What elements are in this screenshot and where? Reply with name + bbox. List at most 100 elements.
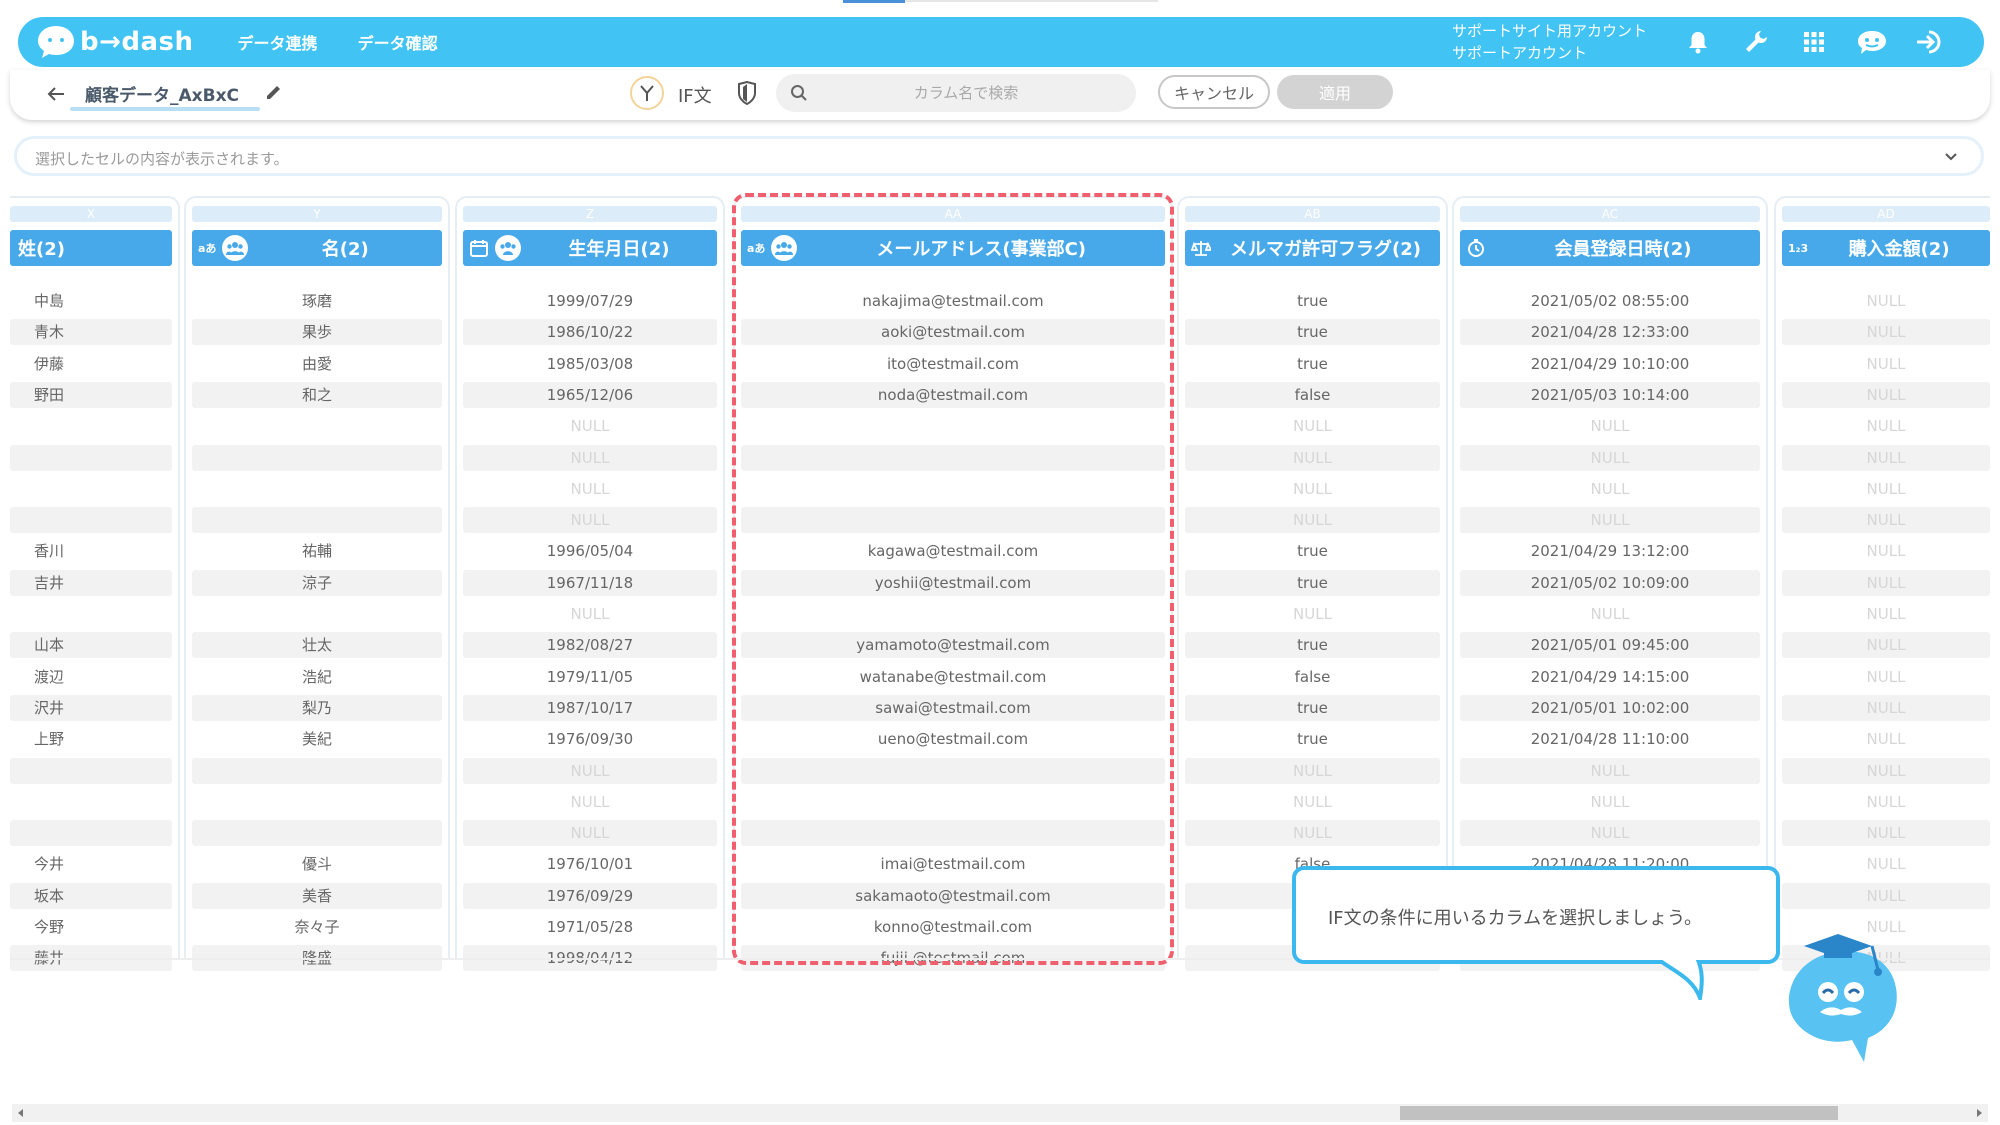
column-first-name[interactable]: Yaあ 名(2) 琢磨 果歩 由愛 和之 祐輔 涼子 壮太 浩紀 梨乃 美紀 優斗 美香 奈々子 隆盛	[184, 196, 450, 971]
table-cell[interactable]: NULL	[1782, 507, 1990, 533]
table-cell[interactable]: 2021/05/01 10:02:00	[1460, 695, 1760, 721]
table-cell[interactable]	[741, 476, 1165, 502]
table-cell[interactable]	[192, 413, 442, 439]
table-cell[interactable]: NULL	[1460, 789, 1760, 815]
table-cell[interactable]: watanabe@testmail.com	[741, 664, 1165, 690]
apply-button[interactable]: 適用	[1277, 75, 1393, 109]
if-branch-icon[interactable]	[630, 76, 664, 110]
table-cell[interactable]	[192, 476, 442, 502]
table-cell[interactable]	[10, 789, 172, 815]
table-cell[interactable]: NULL	[1185, 789, 1440, 815]
table-cell[interactable]	[10, 601, 172, 627]
table-cell[interactable]: NULL	[463, 476, 717, 502]
logout-icon[interactable]	[1914, 26, 1946, 58]
table-cell[interactable]: 2021/04/28 11:10:00	[1460, 726, 1760, 752]
table-cell[interactable]: 1999/07/29	[463, 288, 717, 314]
table-cell[interactable]	[10, 445, 172, 471]
column-last-name[interactable]: X 姓(2) 中島 青木 伊藤 野田 香川 吉井 山本 渡辺 沢井 上野 今井 坂本 今野 藤井	[10, 196, 180, 971]
table-cell[interactable]: NULL	[1460, 758, 1760, 784]
table-cell[interactable]	[10, 413, 172, 439]
table-cell[interactable]: NULL	[1782, 851, 1990, 877]
table-cell[interactable]: true	[1185, 695, 1440, 721]
table-cell[interactable]: true	[1185, 726, 1440, 752]
table-cell[interactable]	[10, 758, 172, 784]
table-cell[interactable]: 和之	[192, 382, 442, 408]
column-header-birth-date[interactable]: 生年月日(2)	[463, 230, 717, 266]
table-cell[interactable]: 今井	[10, 851, 172, 877]
table-cell[interactable]: sakamaoto@testmail.com	[741, 883, 1165, 909]
table-cell[interactable]	[10, 476, 172, 502]
table-cell[interactable]: NULL	[463, 820, 717, 846]
table-cell[interactable]: false	[1185, 382, 1440, 408]
table-cell[interactable]	[741, 789, 1165, 815]
table-cell[interactable]: 香川	[10, 538, 172, 564]
column-header-registered-at[interactable]: 会員登録日時(2)	[1460, 230, 1760, 266]
table-cell[interactable]: 1987/10/17	[463, 695, 717, 721]
table-cell[interactable]	[741, 820, 1165, 846]
table-cell[interactable]	[192, 820, 442, 846]
table-cell[interactable]: 1985/03/08	[463, 351, 717, 377]
table-cell[interactable]: NULL	[1782, 664, 1990, 690]
table-cell[interactable]: 坂本	[10, 883, 172, 909]
table-cell[interactable]: NULL	[1460, 476, 1760, 502]
table-cell[interactable]: aoki@testmail.com	[741, 319, 1165, 345]
table-cell[interactable]: NULL	[463, 758, 717, 784]
table-cell[interactable]: 1971/05/28	[463, 914, 717, 940]
table-cell[interactable]: NULL	[1782, 288, 1990, 314]
table-cell[interactable]: yoshii@testmail.com	[741, 570, 1165, 596]
table-cell[interactable]	[741, 445, 1165, 471]
table-cell[interactable]: true	[1185, 632, 1440, 658]
table-cell[interactable]: 伊藤	[10, 351, 172, 377]
table-cell[interactable]	[192, 758, 442, 784]
table-cell[interactable]	[192, 601, 442, 627]
table-cell[interactable]: true	[1185, 538, 1440, 564]
table-cell[interactable]: 梨乃	[192, 695, 442, 721]
table-cell[interactable]: 由愛	[192, 351, 442, 377]
column-header-purchase-amount[interactable]: 1₂3 購入金額(2)	[1782, 230, 1990, 266]
table-cell[interactable]	[10, 507, 172, 533]
table-cell[interactable]: NULL	[1782, 789, 1990, 815]
table-cell[interactable]: false	[1185, 664, 1440, 690]
table-cell[interactable]: NULL	[1782, 413, 1990, 439]
table-cell[interactable]: NULL	[1460, 820, 1760, 846]
table-cell[interactable]: NULL	[1185, 601, 1440, 627]
table-cell[interactable]: 琢磨	[192, 288, 442, 314]
if-statement-label[interactable]: IF文	[678, 82, 712, 108]
column-search-input[interactable]	[826, 74, 1106, 112]
logo[interactable]: b→dash	[36, 24, 194, 60]
scroll-right-icon[interactable]	[1977, 1109, 1982, 1117]
table-cell[interactable]: kagawa@testmail.com	[741, 538, 1165, 564]
wrench-icon[interactable]	[1740, 26, 1772, 58]
table-cell[interactable]	[741, 601, 1165, 627]
table-cell[interactable]: 2021/05/01 09:45:00	[1460, 632, 1760, 658]
table-cell[interactable]: NULL	[463, 789, 717, 815]
scrollbar-thumb[interactable]	[1400, 1106, 1838, 1120]
table-cell[interactable]: NULL	[1782, 601, 1990, 627]
table-cell[interactable]: 1976/09/30	[463, 726, 717, 752]
table-cell[interactable]: NULL	[1185, 507, 1440, 533]
table-cell[interactable]: ito@testmail.com	[741, 351, 1165, 377]
column-purchase-amount[interactable]: AD 1₂3 購入金額(2) NULL NULL NULL NULL NULL NULL NULL…	[1774, 196, 1990, 971]
table-cell[interactable]: noda@testmail.com	[741, 382, 1165, 408]
table-cell[interactable]: 1979/11/05	[463, 664, 717, 690]
table-cell[interactable]: 中島	[10, 288, 172, 314]
column-header-email[interactable]: aあ メールアドレス(事業部C)	[741, 230, 1165, 266]
table-cell[interactable]: 沢井	[10, 695, 172, 721]
table-cell[interactable]: NULL	[463, 413, 717, 439]
table-cell[interactable]: NULL	[463, 507, 717, 533]
table-cell[interactable]: NULL	[1782, 726, 1990, 752]
table-cell[interactable]	[741, 413, 1165, 439]
table-cell[interactable]: true	[1185, 351, 1440, 377]
column-header-newsletter-flag[interactable]: メルマガ許可フラグ(2)	[1185, 230, 1440, 266]
shield-icon[interactable]	[736, 81, 758, 105]
table-cell[interactable]: NULL	[1782, 632, 1990, 658]
table-cell[interactable]	[192, 445, 442, 471]
table-cell[interactable]: NULL	[1185, 476, 1440, 502]
table-cell[interactable]: 2021/04/29 13:12:00	[1460, 538, 1760, 564]
table-cell[interactable]: 2021/05/03 10:14:00	[1460, 382, 1760, 408]
scroll-left-icon[interactable]	[18, 1109, 23, 1117]
table-cell[interactable]: NULL	[1782, 820, 1990, 846]
table-cell[interactable]	[741, 758, 1165, 784]
column-header-last-name[interactable]: 姓(2)	[10, 230, 172, 266]
table-cell[interactable]: 1986/10/22	[463, 319, 717, 345]
